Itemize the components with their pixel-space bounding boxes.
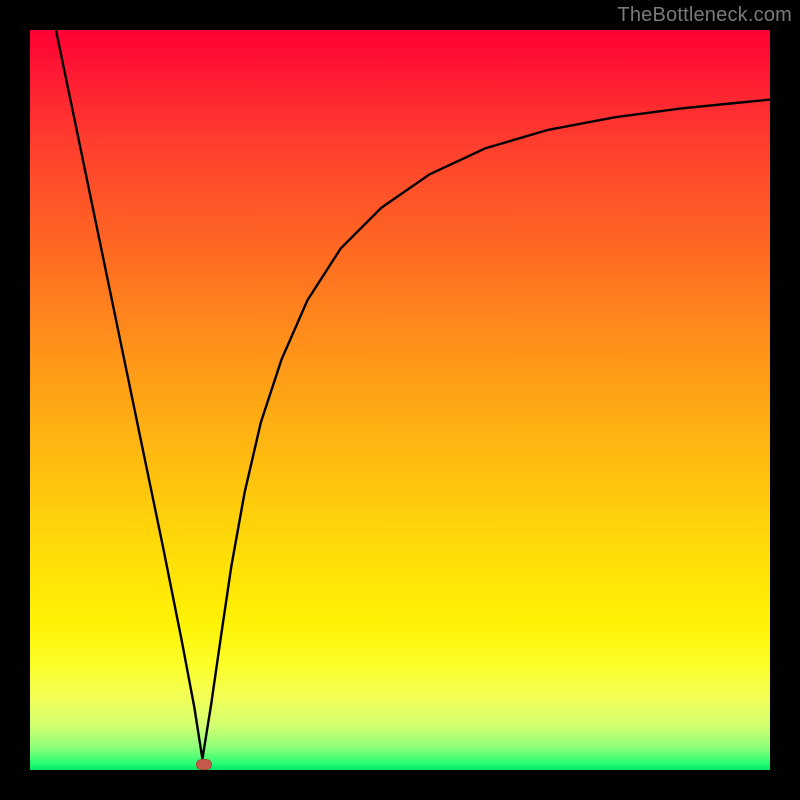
minimum-marker	[196, 759, 212, 770]
curve-svg	[30, 30, 770, 770]
chart-frame: TheBottleneck.com	[0, 0, 800, 800]
watermark-text: TheBottleneck.com	[617, 4, 792, 27]
bottleneck-curve	[56, 30, 770, 759]
plot-area	[30, 30, 770, 770]
